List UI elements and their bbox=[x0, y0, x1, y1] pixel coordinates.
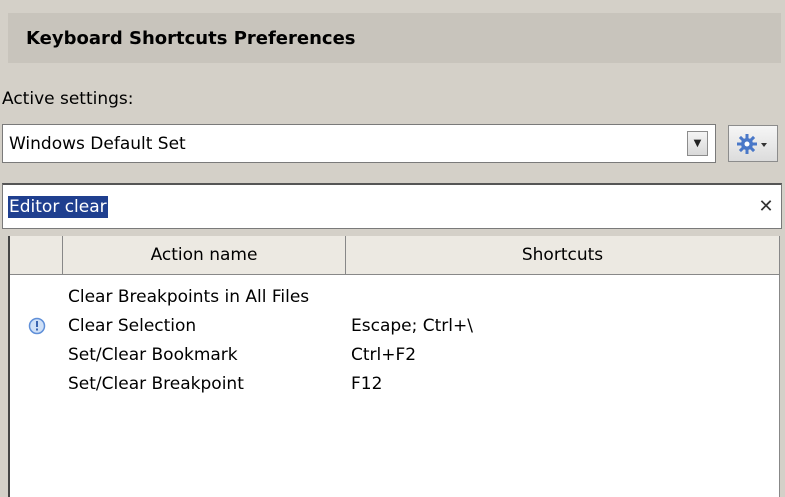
chevron-down-icon[interactable]: ▼ bbox=[687, 131, 708, 156]
shortcut-cell: Ctrl+F2 bbox=[351, 344, 417, 365]
active-settings-label: Active settings: bbox=[2, 89, 134, 109]
shortcut-cell: Escape; Ctrl+\ bbox=[351, 315, 473, 336]
action-name-cell: Set/Clear Bookmark bbox=[68, 344, 238, 365]
action-name-cell: Clear Selection bbox=[68, 315, 197, 336]
table-header: Action name Shortcuts bbox=[10, 236, 779, 275]
column-header-shortcuts[interactable]: Shortcuts bbox=[346, 236, 779, 274]
table-row[interactable]: Set/Clear Breakpoint F12 bbox=[10, 369, 779, 398]
column-header-action-name[interactable]: Action name bbox=[63, 236, 346, 274]
settings-menu-button[interactable] bbox=[728, 125, 778, 162]
active-settings-value: Windows Default Set bbox=[9, 133, 186, 154]
panel-header: Keyboard Shortcuts Preferences bbox=[8, 13, 781, 63]
panel-title: Keyboard Shortcuts Preferences bbox=[26, 27, 356, 49]
row-icon-cell bbox=[10, 317, 63, 335]
active-settings-combo[interactable]: Windows Default Set ▼ bbox=[2, 124, 716, 163]
table-row[interactable]: Set/Clear Bookmark Ctrl+F2 bbox=[10, 340, 779, 369]
action-name-cell: Set/Clear Breakpoint bbox=[68, 373, 244, 394]
shortcut-cell: F12 bbox=[351, 373, 383, 394]
table-row[interactable]: Clear Breakpoints in All Files bbox=[10, 282, 779, 311]
conflict-info-icon bbox=[28, 317, 45, 334]
column-header-icon[interactable] bbox=[10, 236, 63, 274]
search-value: Editor clear bbox=[8, 195, 108, 218]
gear-icon bbox=[737, 133, 767, 154]
search-input[interactable]: Editor clear ✕ bbox=[2, 183, 782, 229]
table-row[interactable]: Clear Selection Escape; Ctrl+\ bbox=[10, 311, 779, 340]
shortcuts-table: Action name Shortcuts Clear Breakpoints … bbox=[8, 236, 780, 497]
close-icon[interactable]: ✕ bbox=[751, 196, 781, 217]
action-name-cell: Clear Breakpoints in All Files bbox=[68, 286, 310, 307]
